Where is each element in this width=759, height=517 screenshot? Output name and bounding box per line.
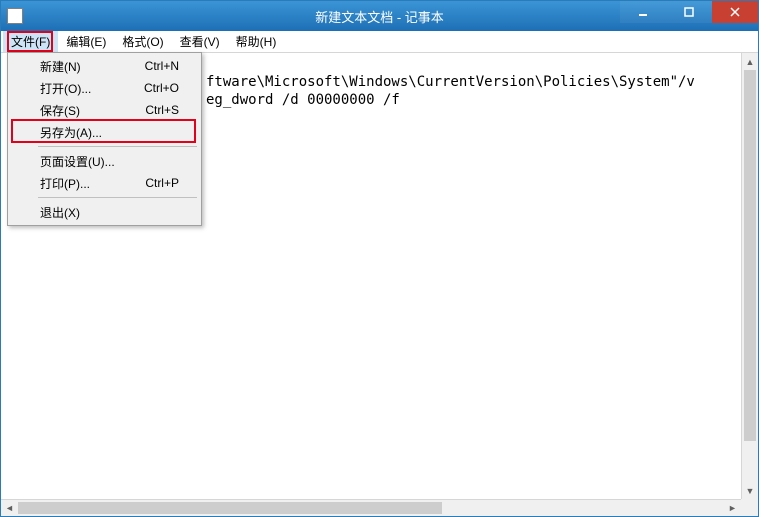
menu-item-pagesetup[interactable]: 页面设置(U)... [10, 150, 199, 172]
minimize-icon [638, 7, 648, 17]
scroll-corner [741, 499, 758, 516]
close-button[interactable] [712, 1, 758, 23]
document-text: ftware\Microsoft\Windows\CurrentVersion\… [206, 73, 695, 109]
menu-separator [38, 197, 197, 198]
maximize-icon [684, 7, 694, 17]
chevron-down-icon: ▼ [746, 486, 755, 496]
close-icon [730, 7, 740, 17]
menu-item-exit[interactable]: 退出(X) [10, 201, 199, 223]
maximize-button[interactable] [666, 1, 712, 23]
vertical-scrollbar[interactable]: ▲ ▼ [741, 53, 758, 499]
menu-help[interactable]: 帮助(H) [228, 31, 285, 52]
titlebar: 新建文本文档 - 记事本 [1, 1, 758, 31]
horizontal-scrollbar[interactable]: ◄ ► [1, 499, 758, 516]
scroll-left-button[interactable]: ◄ [1, 500, 18, 516]
menu-item-open[interactable]: 打开(O)... Ctrl+O [10, 77, 199, 99]
menubar: 文件(F) 编辑(E) 格式(O) 查看(V) 帮助(H) [1, 31, 758, 53]
file-dropdown: 新建(N) Ctrl+N 打开(O)... Ctrl+O 保存(S) Ctrl+… [7, 52, 202, 226]
vscroll-track[interactable] [742, 70, 758, 482]
menu-item-label: 保存(S) [40, 102, 80, 119]
text-line-1: ftware\Microsoft\Windows\CurrentVersion\… [206, 74, 695, 90]
menu-item-saveas[interactable]: 另存为(A)... [10, 121, 199, 143]
menu-item-label: 打开(O)... [40, 80, 91, 97]
text-line-2: eg_dword /d 00000000 /f [206, 92, 400, 108]
menu-file[interactable]: 文件(F) [3, 31, 58, 52]
menu-item-shortcut: Ctrl+N [145, 59, 179, 73]
minimize-button[interactable] [620, 1, 666, 23]
menu-item-label: 新建(N) [40, 58, 81, 75]
menu-edit[interactable]: 编辑(E) [58, 31, 114, 52]
menu-item-label: 另存为(A)... [40, 124, 102, 141]
menu-item-label: 打印(P)... [40, 175, 90, 192]
scroll-right-button[interactable]: ► [724, 500, 741, 516]
hscroll-thumb[interactable] [18, 502, 442, 514]
menu-separator [38, 146, 197, 147]
app-icon [7, 8, 23, 24]
scroll-up-button[interactable]: ▲ [742, 53, 758, 70]
menu-item-label: 退出(X) [40, 204, 80, 221]
window-controls [620, 1, 758, 31]
chevron-right-icon: ► [728, 503, 737, 513]
menu-item-shortcut: Ctrl+S [145, 103, 179, 117]
menu-item-shortcut: Ctrl+O [144, 81, 179, 95]
chevron-up-icon: ▲ [746, 57, 755, 67]
menu-item-new[interactable]: 新建(N) Ctrl+N [10, 55, 199, 77]
menu-view[interactable]: 查看(V) [172, 31, 228, 52]
hscroll-track[interactable] [18, 500, 724, 516]
menu-item-print[interactable]: 打印(P)... Ctrl+P [10, 172, 199, 194]
menu-item-save[interactable]: 保存(S) Ctrl+S [10, 99, 199, 121]
chevron-left-icon: ◄ [5, 503, 14, 513]
menu-item-shortcut: Ctrl+P [145, 176, 179, 190]
menu-item-label: 页面设置(U)... [40, 153, 115, 170]
scroll-down-button[interactable]: ▼ [742, 482, 758, 499]
menu-format[interactable]: 格式(O) [114, 31, 171, 52]
vscroll-thumb[interactable] [744, 70, 756, 441]
